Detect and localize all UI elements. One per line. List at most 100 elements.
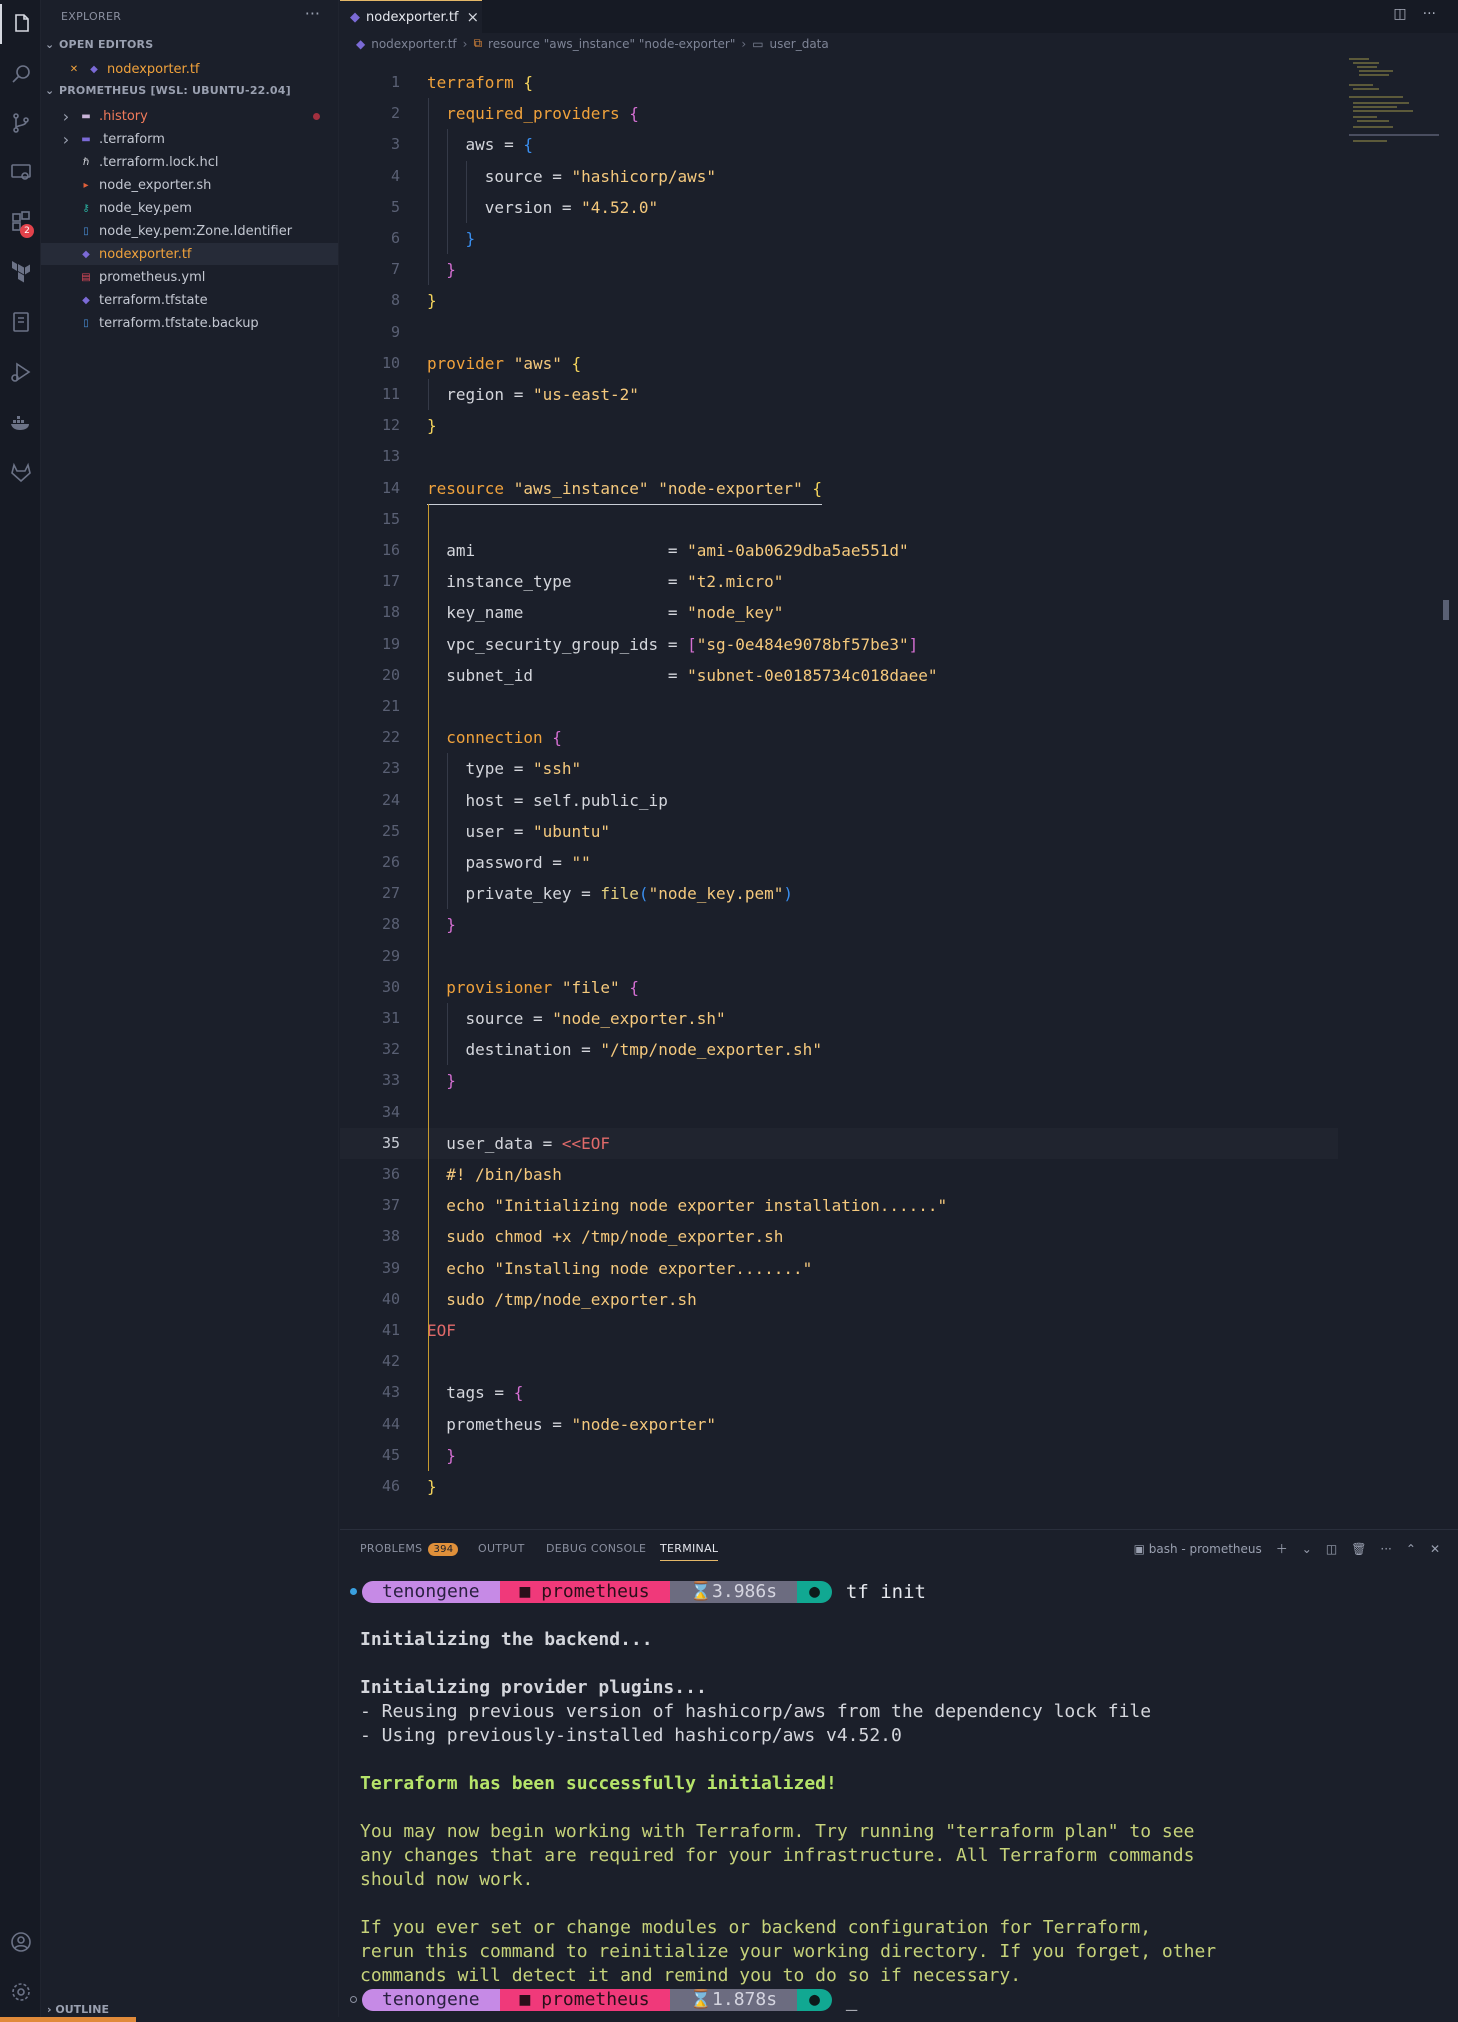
breadcrumb-field[interactable]: user_data — [770, 37, 829, 51]
tab-nodexporter[interactable]: ◆ nodexporter.tf × — [340, 0, 482, 33]
file-tree-item[interactable]: ◆ nodexporter.tf — [41, 243, 338, 265]
notebook-icon[interactable] — [0, 302, 41, 342]
files-icon[interactable] — [0, 4, 41, 44]
code-line[interactable]: 31 source = "node_exporter.sh" — [340, 1003, 1338, 1034]
code-line[interactable]: 25 user = "ubuntu" — [340, 816, 1338, 847]
code-line[interactable]: 27 private_key = file("node_key.pem") — [340, 878, 1338, 909]
code-line[interactable]: 37 echo "Initializing node exporter inst… — [340, 1190, 1338, 1221]
more-actions-icon[interactable]: ··· — [305, 4, 320, 23]
code-line[interactable]: 14 resource "aws_instance" "node-exporter… — [340, 473, 1338, 505]
code-line[interactable]: 34 — [340, 1097, 1338, 1128]
breadcrumb-resource[interactable]: resource "aws_instance" "node-exporter" — [488, 37, 735, 51]
code-line[interactable]: 5 version = "4.52.0" — [340, 192, 1338, 223]
file-tree-item[interactable]: ▯ node_key.pem:Zone.Identifier — [41, 220, 338, 242]
minimap[interactable] — [1343, 58, 1443, 148]
more-actions-icon[interactable]: ··· — [1380, 1542, 1391, 1556]
code-line[interactable]: 45 } — [340, 1440, 1338, 1471]
gitlab-icon[interactable] — [0, 452, 41, 492]
code-editor[interactable]: 1 terraform {2 required_providers {3 aws … — [340, 67, 1338, 1507]
code-line[interactable]: 18 key_name = "node_key" — [340, 597, 1338, 628]
trash-icon[interactable]: 🗑 — [1351, 1542, 1366, 1556]
extensions-icon[interactable]: 2 — [0, 202, 41, 242]
code-line[interactable]: 17 instance_type = "t2.micro" — [340, 566, 1338, 597]
tab-debug-console[interactable]: DEBUG CONSOLE — [546, 1542, 646, 1555]
close-icon[interactable]: ✕ — [67, 62, 81, 76]
code-line[interactable]: 6 } — [340, 223, 1338, 254]
file-tree-item[interactable]: ▸ node_exporter.sh — [41, 174, 338, 196]
code-line[interactable]: 35 user_data = <<EOF — [340, 1127, 1338, 1159]
file-tree-item[interactable]: ⚷ node_key.pem — [41, 197, 338, 219]
code-line[interactable]: 21 — [340, 691, 1338, 722]
code-line[interactable]: 38 sudo chmod +x /tmp/node_exporter.sh — [340, 1221, 1338, 1252]
open-editor-item[interactable]: ✕ ◆ nodexporter.tf — [41, 58, 338, 80]
code-line[interactable]: 39 echo "Installing node exporter.......… — [340, 1253, 1338, 1284]
code-line[interactable]: 36 #! /bin/bash — [340, 1159, 1338, 1190]
code-line[interactable]: 13 — [340, 441, 1338, 472]
code-line[interactable]: 15 — [340, 504, 1338, 535]
breadcrumb-file[interactable]: nodexporter.tf — [371, 37, 456, 51]
code-line[interactable]: 12} — [340, 410, 1338, 441]
tab-output[interactable]: OUTPUT — [478, 1542, 525, 1555]
file-tree-item[interactable]: › ▬ .history — [41, 105, 338, 127]
code-line[interactable]: 28 } — [340, 909, 1338, 940]
code-line[interactable]: 9 — [340, 317, 1338, 348]
chevron-right-icon[interactable]: › — [59, 130, 73, 149]
tab-problems[interactable]: PROBLEMS 394 — [360, 1542, 459, 1556]
project-section[interactable]: ⌄ PROMETHEUS [WSL: UBUNTU-22.04] — [45, 84, 291, 97]
source-control-icon[interactable] — [0, 103, 41, 143]
code-line[interactable]: 8} — [340, 285, 1338, 316]
code-line[interactable]: 19 vpc_security_group_ids = ["sg-0e484e9… — [340, 629, 1338, 660]
settings-gear-icon[interactable] — [0, 1972, 41, 2012]
code-line[interactable]: 46} — [340, 1471, 1338, 1502]
file-tree-item[interactable]: ℏ .terraform.lock.hcl — [41, 151, 338, 173]
code-line[interactable]: 32 destination = "/tmp/node_exporter.sh" — [340, 1034, 1338, 1065]
account-icon[interactable] — [0, 1922, 41, 1962]
file-tree-item[interactable]: ▤ prometheus.yml — [41, 266, 338, 288]
tab-terminal[interactable]: TERMINAL — [660, 1542, 719, 1561]
code-line[interactable]: 29 — [340, 941, 1338, 972]
code-line[interactable]: 10 provider "aws" { — [340, 348, 1338, 379]
code-line[interactable]: 3 aws = { — [340, 129, 1338, 160]
search-icon[interactable] — [0, 54, 41, 94]
code-line[interactable]: 2 required_providers { — [340, 98, 1338, 129]
code-line[interactable]: 7 } — [340, 254, 1338, 285]
code-line[interactable]: 24 host = self.public_ip — [340, 785, 1338, 816]
code-line[interactable]: 4 source = "hashicorp/aws" — [340, 161, 1338, 192]
file-tree-item[interactable]: › ▬ .terraform — [41, 128, 338, 150]
code-line[interactable]: 30 provisioner "file" { — [340, 972, 1338, 1003]
more-actions-icon[interactable]: ··· — [1423, 6, 1436, 22]
terminal-selector[interactable]: ▣ bash - prometheus — [1134, 1542, 1262, 1556]
chevron-right-icon[interactable]: › — [59, 107, 73, 126]
vertical-scrollbar[interactable] — [1443, 600, 1449, 620]
command-decoration-icon[interactable] — [350, 1996, 357, 2003]
code-line[interactable]: 16 ami = "ami-0ab0629dba5ae551d" — [340, 535, 1338, 566]
code-line[interactable]: 1 terraform { — [340, 67, 1338, 98]
code-line[interactable]: 43 tags = { — [340, 1377, 1338, 1408]
code-line[interactable]: 20 subnet_id = "subnet-0e0185734c018daee… — [340, 660, 1338, 691]
command-decoration-icon[interactable] — [350, 1588, 357, 1595]
code-line[interactable]: 44 prometheus = "node-exporter" — [340, 1409, 1338, 1440]
open-editors-section[interactable]: ⌄ OPEN EDITORS — [45, 38, 153, 51]
split-terminal-icon[interactable]: ◫ — [1326, 1542, 1337, 1556]
file-tree-item[interactable]: ◆ terraform.tfstate — [41, 289, 338, 311]
run-debug-icon[interactable] — [0, 352, 41, 392]
code-line[interactable]: 22 connection { — [340, 722, 1338, 753]
code-line[interactable]: 40 sudo /tmp/node_exporter.sh — [340, 1284, 1338, 1315]
maximize-panel-icon[interactable]: ⌃ — [1406, 1542, 1416, 1556]
close-icon[interactable]: × — [467, 8, 480, 26]
code-line[interactable]: 33 } — [340, 1065, 1338, 1096]
docker-icon[interactable] — [0, 402, 41, 442]
file-tree-item[interactable]: ▯ terraform.tfstate.backup — [41, 312, 338, 334]
code-line[interactable]: 23 type = "ssh" — [340, 753, 1338, 784]
remote-explorer-icon[interactable] — [0, 152, 41, 192]
code-line[interactable]: 42 — [340, 1346, 1338, 1377]
new-terminal-icon[interactable]: ＋ — [1276, 1540, 1288, 1557]
outline-section[interactable]: › OUTLINE — [47, 2003, 109, 2016]
code-line[interactable]: 41 EOF — [340, 1315, 1338, 1346]
terraform-icon[interactable] — [0, 252, 41, 292]
close-panel-icon[interactable]: ✕ — [1430, 1542, 1440, 1556]
chevron-down-icon[interactable]: ⌄ — [1302, 1542, 1312, 1556]
code-line[interactable]: 26 password = "" — [340, 847, 1338, 878]
code-line[interactable]: 11 region = "us-east-2" — [340, 379, 1338, 410]
split-editor-icon[interactable]: ◫ — [1393, 6, 1406, 22]
